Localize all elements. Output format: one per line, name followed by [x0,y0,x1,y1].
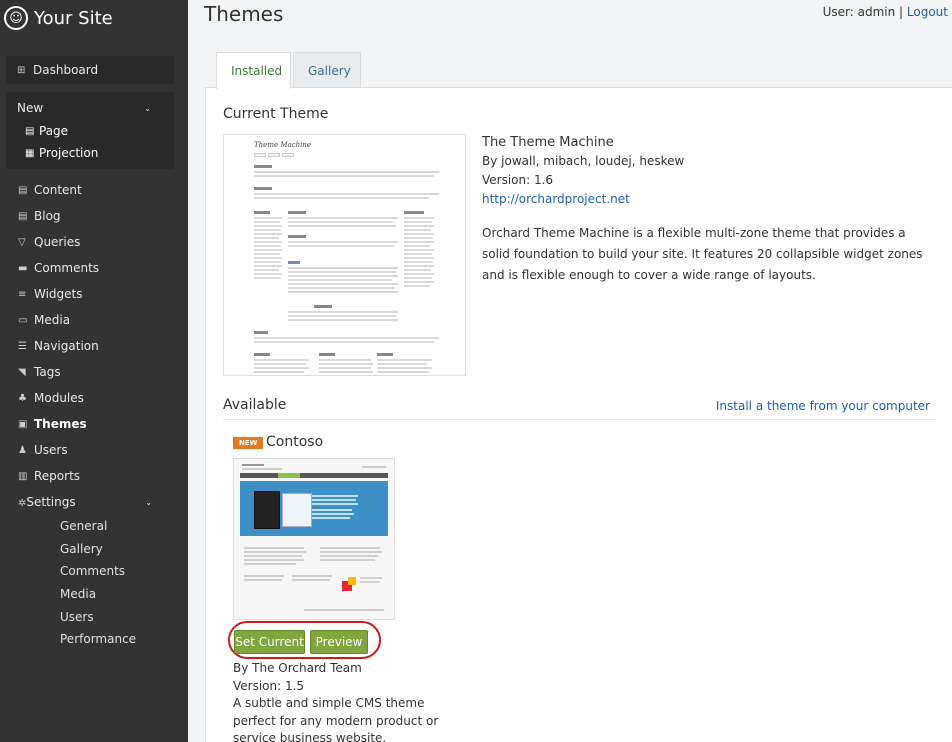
settings-submenu: General Gallery Comments Media Users Per… [0,515,188,651]
separator: | [899,5,904,19]
comments-icon: ▬ [18,262,28,274]
settings-item-general[interactable]: General [0,515,188,538]
settings-item-gallery[interactable]: Gallery [0,538,188,561]
sidebar-item-settings[interactable]: ✲Settings ⌄ [0,489,188,515]
theme-description: Orchard Theme Machine is a flexible mult… [482,226,923,282]
settings-item-performance[interactable]: Performance [0,628,188,651]
available-heading: Available [223,397,287,413]
reports-icon: ▥ [18,470,28,482]
sidebar-item-tags[interactable]: ◥ Tags [0,359,188,385]
theme-name: The Theme Machine [482,135,614,150]
sidebar-item-label: Comments [34,261,100,275]
chevron-down-icon: ⌄ [144,103,151,113]
tab-gallery[interactable]: Gallery [293,52,361,88]
orchard-logo-icon: ☺ [4,6,28,30]
site-name: Your Site [34,7,113,29]
modules-icon: ♣ [18,392,27,404]
preview-button[interactable]: Preview [310,630,368,654]
new-section-toggle[interactable]: New ⌄ [7,96,173,120]
themes-panel: Current Theme Theme Machine The Theme Ma… [205,87,952,742]
sidebar-item-widgets[interactable]: ≡ Widgets [0,281,188,307]
sidebar-item-queries[interactable]: ▽ Queries [0,229,188,255]
new-section-label: New [17,101,44,115]
user-info: User: admin | Logout [823,5,948,19]
admin-menu: ▤ Content ▤ Blog ▽ Queries ▬ Comments ≡ Widge… [0,177,188,651]
sidebar-item-navigation[interactable]: ☰ Navigation [0,333,188,359]
sidebar-item-modules[interactable]: ♣ Modules [0,385,188,411]
sidebar-item-new-page[interactable]: ▤ Page [7,120,173,142]
sidebar-item-content[interactable]: ▤ Content [0,177,188,203]
sidebar-item-label: Settings [26,495,76,509]
sidebar-item-label: Page [39,124,69,138]
filter-icon: ▽ [18,236,26,248]
widgets-icon: ≡ [18,288,27,300]
sidebar-item-comments[interactable]: ▬ Comments [0,255,188,281]
media-icon: ▭ [18,314,28,326]
content-icon: ▤ [18,184,28,196]
current-theme-heading: Current Theme [223,106,329,122]
tab-installed[interactable]: Installed [216,52,291,89]
logout-link[interactable]: Logout [907,5,948,19]
theme-authors: By jowall, mibach, loudej, heskew [482,154,685,168]
grid-icon: ⊞ [17,64,26,76]
theme-description: A subtle and simple CMS theme perfect fo… [233,696,439,742]
sidebar-item-label: Content [34,183,82,197]
page-title: Themes [204,2,284,26]
blog-icon: ▤ [18,210,28,222]
chevron-down-icon: ⌄ [145,497,152,507]
sidebar-item-label: Widgets [34,287,83,301]
contoso-thumbnail[interactable] [233,458,395,620]
user-label: User: admin [822,5,896,19]
install-theme-link[interactable]: Install a theme from your computer [716,399,930,413]
sidebar: ☺ Your Site ⊞ Dashboard New ⌄ ▤ Page ▦ P… [0,0,188,742]
sidebar-item-label: Dashboard [33,63,99,77]
sidebar-item-label: Navigation [34,339,99,353]
new-badge: NEW [233,437,264,449]
current-theme-details: The Theme Machine By jowall, mibach, lou… [482,133,932,286]
sidebar-item-label: Modules [34,391,84,405]
themes-icon: ▣ [18,418,28,430]
sidebar-item-label: Users [34,443,68,457]
projection-icon: ▦ [25,147,35,159]
current-theme-thumbnail: Theme Machine [223,134,466,376]
sidebar-item-label: Themes [34,417,87,431]
sidebar-item-label: Media [34,313,71,327]
sidebar-item-blog[interactable]: ▤ Blog [0,203,188,229]
set-current-button[interactable]: Set Current [234,630,305,654]
theme-url-link[interactable]: http://orchardproject.net [482,192,630,206]
divider [223,419,936,420]
sidebar-item-label: Projection [39,146,99,160]
sidebar-item-label: Reports [34,469,81,483]
sidebar-item-new-projection[interactable]: ▦ Projection [7,142,173,164]
settings-item-comments[interactable]: Comments [0,560,188,583]
theme-author: By The Orchard Team [233,661,362,675]
available-theme-name: Contoso [266,434,324,450]
sidebar-item-label: Queries [34,235,81,249]
thumbnail-nav [254,153,294,157]
brand[interactable]: ☺ Your Site [0,0,188,50]
sidebar-item-users[interactable]: ♟ Users [0,437,188,463]
sidebar-item-reports[interactable]: ▥ Reports [0,463,188,489]
theme-version: Version: 1.6 [482,173,554,187]
user-icon: ♟ [18,444,27,456]
thumbnail-title: Theme Machine [254,141,311,149]
theme-version: Version: 1.5 [233,678,305,693]
tag-icon: ◥ [18,366,26,378]
sidebar-item-label: Blog [34,209,61,223]
sidebar-item-media[interactable]: ▭ Media [0,307,188,333]
settings-item-media[interactable]: Media [0,583,188,606]
available-theme-details: By The Orchard Team Version: 1.5 A subtl… [233,660,453,742]
sidebar-item-themes[interactable]: ▣ Themes [0,411,188,437]
navigation-icon: ☰ [18,340,27,352]
sidebar-item-dashboard[interactable]: ⊞ Dashboard [6,56,174,84]
sidebar-item-label: Tags [34,365,61,379]
page-icon: ▤ [25,125,35,137]
settings-item-users[interactable]: Users [0,605,188,628]
new-section: New ⌄ ▤ Page ▦ Projection [6,92,174,169]
